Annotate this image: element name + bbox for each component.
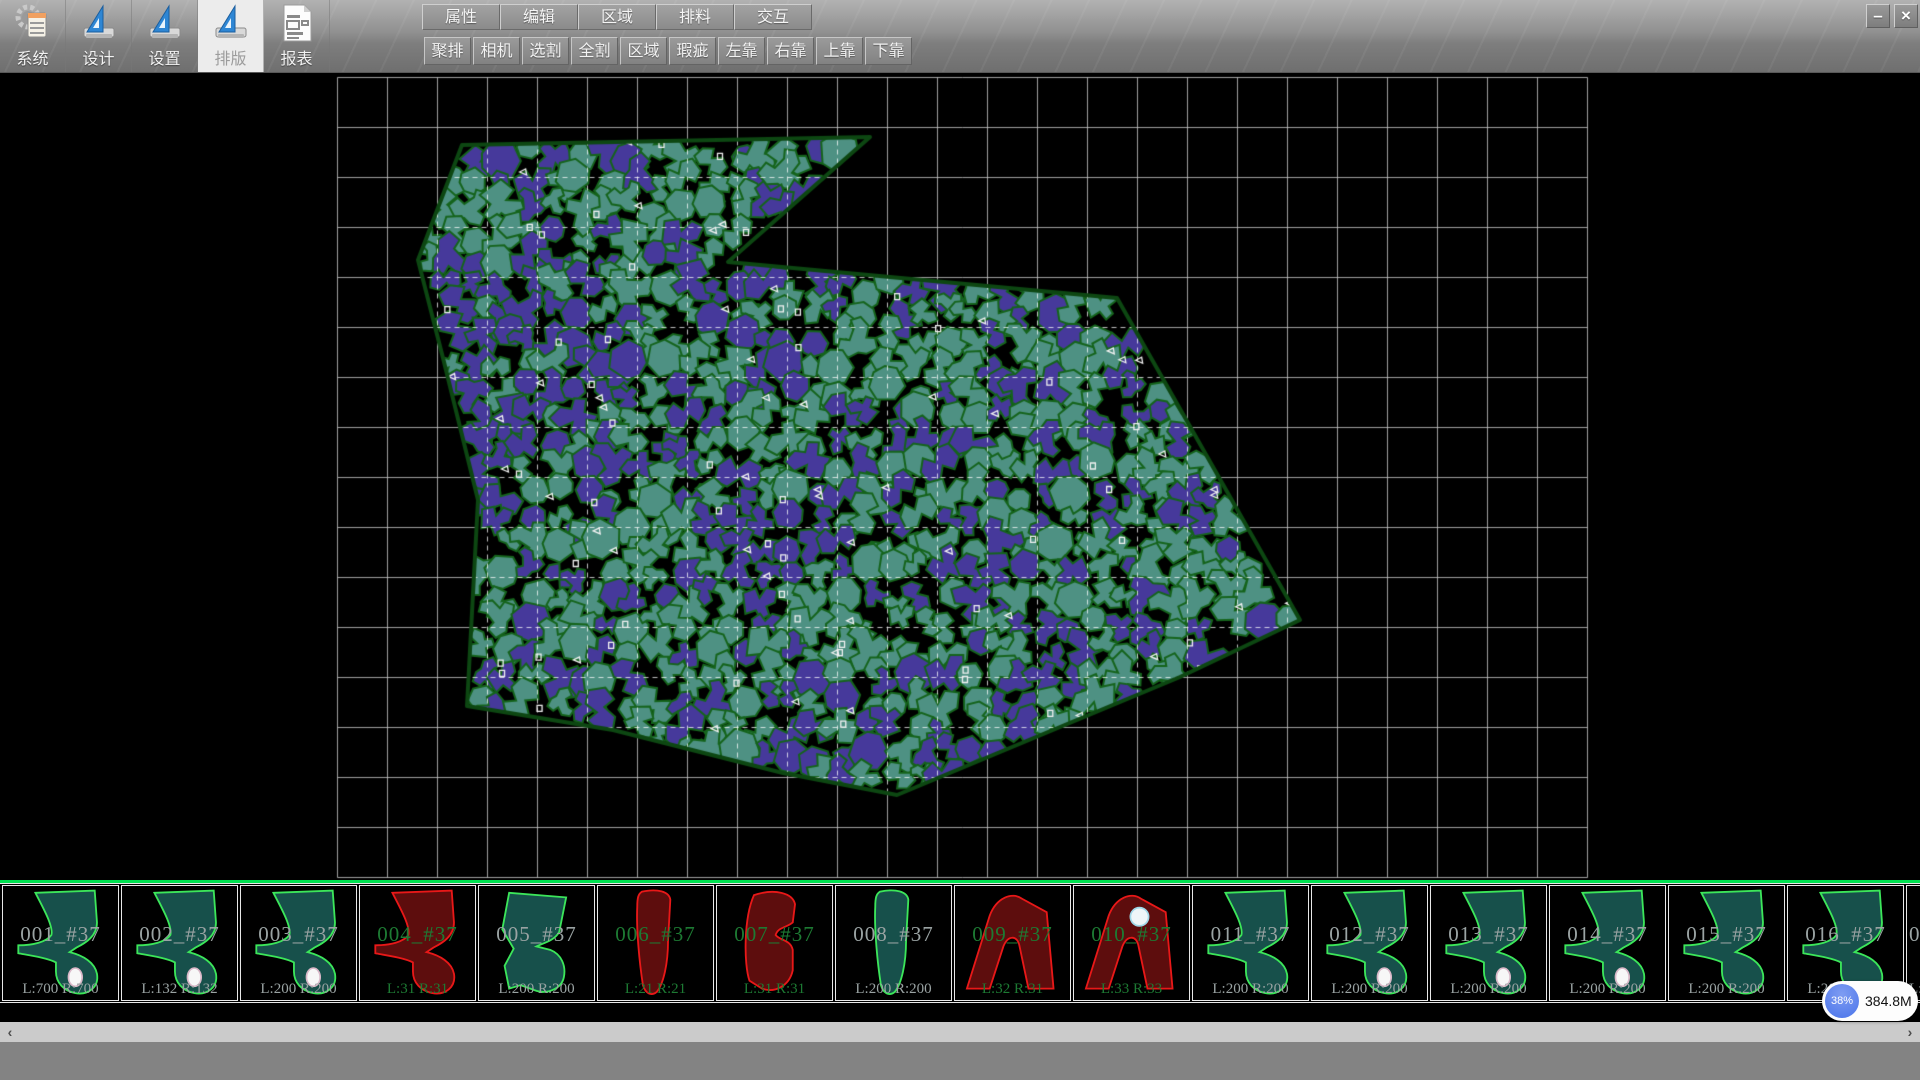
piece-lr-count: L:32 R:31	[955, 981, 1070, 998]
piece-thumbnail-006[interactable]: 006_#37 L:21 R:21	[597, 885, 714, 1001]
memory-usage-badge[interactable]: 38% 384.8M	[1822, 981, 1918, 1021]
main-tabs: 系统 设计 设置 排版 报表	[0, 0, 330, 72]
piece-name: 007_#37	[717, 922, 832, 947]
tab-label: 设置	[148, 45, 180, 69]
piece-name: 012_#37	[1312, 922, 1427, 947]
menu-region[interactable]: 区域	[578, 4, 656, 30]
ruler-icon	[147, 4, 183, 42]
horizontal-scrollbar[interactable]: ‹ ›	[0, 1022, 1920, 1042]
piece-name: 011_#37	[1193, 922, 1308, 947]
piece-thumbnail-012[interactable]: 012_#37 L:200 R:200	[1311, 885, 1428, 1001]
status-bar	[0, 1042, 1920, 1080]
piece-name: 004_#37	[360, 922, 475, 947]
piece-name: 016_#37	[1788, 922, 1903, 947]
piece-lr-count: L:31 R:31	[717, 981, 832, 998]
piece-thumbnail-001[interactable]: 001_#37 L:700 R:700	[2, 885, 119, 1001]
tool-select-cut[interactable]: 选割	[522, 37, 569, 65]
piece-lr-count: L:31 R:31	[360, 981, 475, 998]
piece-thumbnail-013[interactable]: 013_#37 L:200 R:200	[1430, 885, 1547, 1001]
menu-bar: 属性编辑区域排料交互	[422, 4, 812, 30]
ruler-icon	[81, 4, 117, 42]
tab-system[interactable]: 系统	[0, 0, 66, 72]
piece-name: 001_#37	[3, 922, 118, 947]
gear-list-icon	[14, 3, 52, 43]
memory-amount-label: 384.8M	[1865, 993, 1912, 1009]
piece-lr-count: L:200 R:200	[1669, 981, 1784, 998]
piece-lr-count: L:200 R:200	[1193, 981, 1308, 998]
piece-thumbnail-007[interactable]: 007_#37 L:31 R:31	[716, 885, 833, 1001]
tab-design[interactable]: 设计	[66, 0, 132, 72]
piece-thumbnail-010[interactable]: 010_#37 L:33 R:33	[1073, 885, 1190, 1001]
piece-thumbnail-003[interactable]: 003_#37 L:200 R:200	[240, 885, 357, 1001]
tab-settings[interactable]: 设置	[132, 0, 198, 72]
piece-name: 006_#37	[598, 922, 713, 947]
piece-lr-count: L:200 R:200	[1312, 981, 1427, 998]
piece-name: 003_#37	[241, 922, 356, 947]
close-button[interactable]: ×	[1894, 4, 1918, 28]
scroll-right-arrow-icon[interactable]: ›	[1900, 1022, 1920, 1042]
piece-thumbnail-014[interactable]: 014_#37 L:200 R:200	[1549, 885, 1666, 1001]
piece-name: 009_#37	[955, 922, 1070, 947]
tool-snap-bottom[interactable]: 下靠	[865, 37, 912, 65]
piece-name: 010_#37	[1074, 922, 1189, 947]
menu-edit[interactable]: 编辑	[500, 4, 578, 30]
piece-lr-count: L:200 R:200	[479, 981, 594, 998]
piece-name: 002_#37	[122, 922, 237, 947]
nesting-canvas[interactable]	[0, 0, 1920, 881]
tool-defect[interactable]: 瑕疵	[669, 37, 716, 65]
tool-snap-left[interactable]: 左靠	[718, 37, 765, 65]
piece-lr-count: L:132 R:132	[122, 981, 237, 998]
piece-lr-count: L:200 R:200	[241, 981, 356, 998]
piece-name: 0	[1907, 922, 1920, 947]
piece-lr-count: L:33 R:33	[1074, 981, 1189, 998]
window-controls: – ×	[1866, 4, 1918, 28]
piece-name: 008_#37	[836, 922, 951, 947]
piece-lr-count: L:21 R:21	[598, 981, 713, 998]
piece-thumbnail-009[interactable]: 009_#37 L:32 R:31	[954, 885, 1071, 1001]
piece-name: 014_#37	[1550, 922, 1665, 947]
tab-report[interactable]: 报表	[264, 0, 330, 72]
piece-thumbnail-002[interactable]: 002_#37 L:132 R:132	[121, 885, 238, 1001]
tool-region[interactable]: 区域	[620, 37, 667, 65]
piece-lr-count: L:700 R:700	[3, 981, 118, 998]
piece-lr-count: L:200 R:200	[1550, 981, 1665, 998]
tool-cluster-nest[interactable]: 聚排	[424, 37, 471, 65]
menu-nest[interactable]: 排料	[656, 4, 734, 30]
tab-nesting[interactable]: 排版	[198, 0, 264, 72]
piece-thumbnail-011[interactable]: 011_#37 L:200 R:200	[1192, 885, 1309, 1001]
tab-label: 设计	[82, 45, 114, 69]
piece-lr-count: L:200 R:200	[1431, 981, 1546, 998]
tool-bar: 聚排相机选割全割区域瑕疵左靠右靠上靠下靠	[424, 37, 912, 65]
tool-snap-right[interactable]: 右靠	[767, 37, 814, 65]
tool-camera[interactable]: 相机	[473, 37, 520, 65]
tab-label: 报表	[280, 45, 312, 69]
report-icon	[279, 3, 315, 43]
piece-thumbnail-005[interactable]: 005_#37 L:200 R:200	[478, 885, 595, 1001]
piece-thumbnail-list: 001_#37L:700 R:700002_#37L:132 R:132003_…	[0, 883, 1920, 1003]
piece-lr-count: L:200 R:200	[836, 981, 951, 998]
scroll-left-arrow-icon[interactable]: ‹	[0, 1022, 20, 1042]
piece-strip: 001_#37L:700 R:700002_#37L:132 R:132003_…	[0, 880, 1920, 1004]
tool-cut-all[interactable]: 全割	[571, 37, 618, 65]
piece-name: 005_#37	[479, 922, 594, 947]
menu-attributes[interactable]: 属性	[422, 4, 500, 30]
tab-label: 排版	[214, 45, 246, 69]
minimize-button[interactable]: –	[1866, 4, 1890, 28]
tab-label: 系统	[16, 45, 48, 69]
memory-percent-circle: 38%	[1825, 984, 1859, 1018]
ruler-icon	[213, 4, 249, 42]
toolbar: 系统设计设置排版报表 属性编辑区域排料交互 聚排相机选割全割区域瑕疵左靠右靠上靠…	[0, 0, 1920, 73]
piece-name: 013_#37	[1431, 922, 1546, 947]
piece-thumbnail-004[interactable]: 004_#37 L:31 R:31	[359, 885, 476, 1001]
piece-name: 015_#37	[1669, 922, 1784, 947]
piece-thumbnail-008[interactable]: 008_#37 L:200 R:200	[835, 885, 952, 1001]
piece-thumbnail-015[interactable]: 015_#37 L:200 R:200	[1668, 885, 1785, 1001]
tool-snap-top[interactable]: 上靠	[816, 37, 863, 65]
menu-interact[interactable]: 交互	[734, 4, 812, 30]
